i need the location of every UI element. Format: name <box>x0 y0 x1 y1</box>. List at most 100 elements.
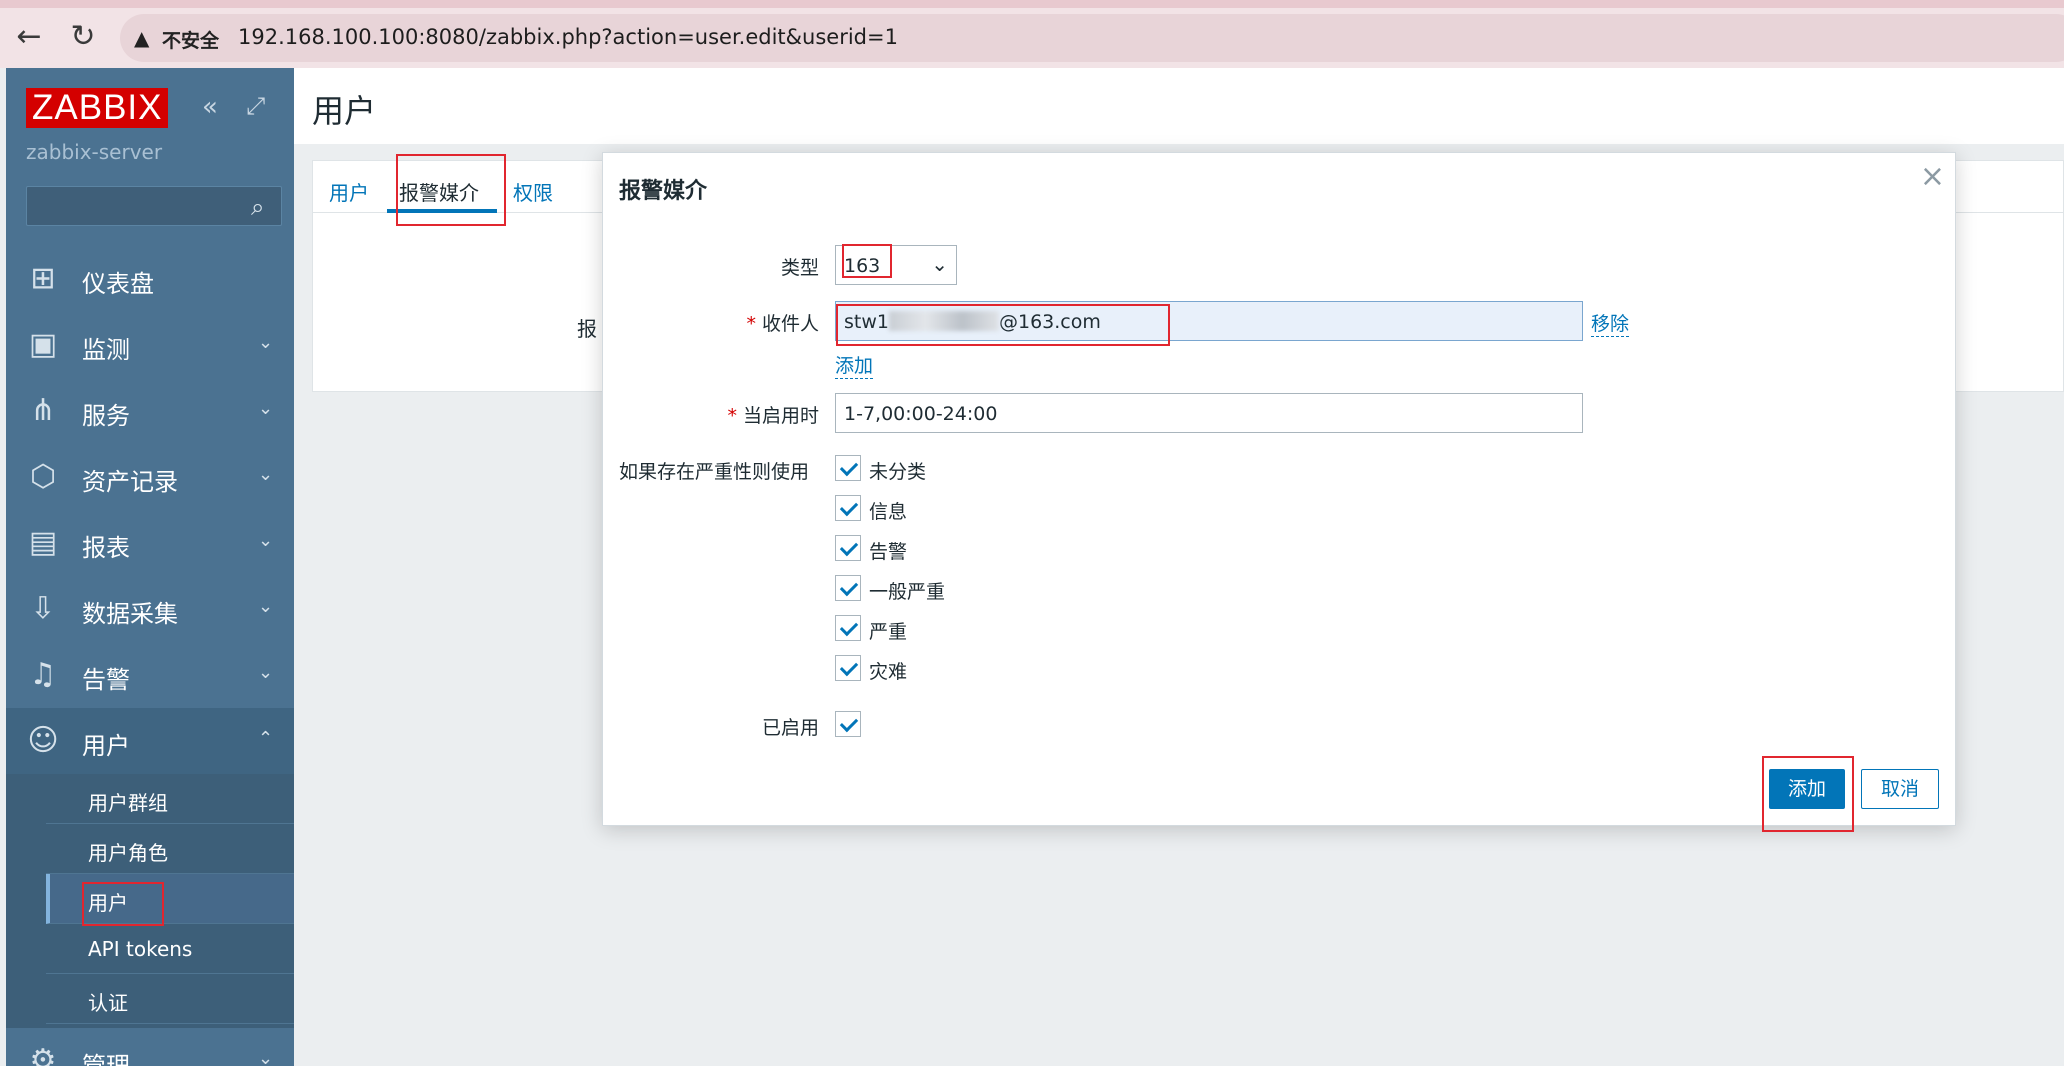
sidebar-item-users[interactable]: ☺ 用户 ⌃ <box>6 708 294 774</box>
tab-user[interactable]: 用户 <box>329 177 369 206</box>
users-icon: ☺ <box>27 723 59 758</box>
when-active-value: 1-7,00:00-24:00 <box>844 403 998 425</box>
sidebar-item-label: 管理 <box>82 1052 130 1066</box>
tab-media[interactable]: 报警媒介 <box>399 177 479 206</box>
type-select[interactable]: 163 ⌄ <box>835 245 957 285</box>
back-arrow-icon[interactable]: ← <box>14 22 44 52</box>
server-name: zabbix-server <box>26 140 163 164</box>
recipient-label: * 收件人 <box>746 313 819 335</box>
chevron-down-icon: ⌄ <box>258 464 274 485</box>
sidebar-item-label: 用户 <box>82 732 130 760</box>
media-field-label: 报 <box>577 317 597 341</box>
remove-recipient-link[interactable]: 移除 <box>1591 309 1630 337</box>
search-icon[interactable]: ⌕ <box>251 193 264 221</box>
services-icon: ⋔ <box>30 393 56 428</box>
chevron-down-icon: ⌄ <box>931 252 948 276</box>
submenu-label: 用户角色 <box>88 841 168 865</box>
sidebar-item-dashboard[interactable]: ⊞ 仪表盘 <box>6 246 294 312</box>
chevron-down-icon: ⌄ <box>258 662 274 683</box>
sidebar-item-data-collection[interactable]: ⇩ 数据采集 ⌄ <box>6 576 294 642</box>
sidebar-item-reports[interactable]: ▤ 报表 ⌄ <box>6 510 294 576</box>
checkbox-checked-icon[interactable] <box>835 495 861 521</box>
sidebar-item-services[interactable]: ⋔ 服务 ⌄ <box>6 378 294 444</box>
when-active-input[interactable]: 1-7,00:00-24:00 <box>835 393 1583 433</box>
kiosk-mode-icon[interactable]: ⤢ <box>246 92 265 120</box>
type-label: 类型 <box>780 257 819 279</box>
sidebar: ZABBIX « ⤢ zabbix-server ⌕ ⊞ 仪表盘 ▣ 监测 ⌄ … <box>6 68 294 1066</box>
submenu-label: 认证 <box>88 991 128 1015</box>
chevron-down-icon: ⌄ <box>258 332 274 353</box>
insecure-label: 不安全 <box>162 30 220 52</box>
dashboard-icon: ⊞ <box>30 261 56 296</box>
checkbox-checked-icon[interactable] <box>835 575 861 601</box>
submenu-label: API tokens <box>88 937 193 961</box>
dialog-title: 报警媒介 <box>619 179 708 204</box>
checkbox-label: 一般严重 <box>869 581 946 603</box>
recipient-input[interactable]: stw1 @163.com <box>835 301 1583 341</box>
browser-toolbar: ← ↻ ▲ 不安全 192.168.100.100:8080/zabbix.ph… <box>0 0 2064 68</box>
checkbox-checked-icon[interactable] <box>835 655 861 681</box>
chevron-down-icon: ⌄ <box>258 398 274 419</box>
submenu-item-authentication[interactable]: 认证 <box>46 974 294 1024</box>
data-collection-icon: ⇩ <box>30 591 56 626</box>
submenu-item-user-groups[interactable]: 用户群组 <box>46 774 294 824</box>
page-title: 用户 <box>312 92 377 130</box>
sidebar-item-label: 监测 <box>82 336 130 364</box>
cancel-button[interactable]: 取消 <box>1861 769 1939 809</box>
active-tab-indicator <box>387 209 497 213</box>
monitoring-icon: ▣ <box>28 327 58 362</box>
warning-triangle-icon: ▲ <box>134 26 150 50</box>
add-button[interactable]: 添加 <box>1769 769 1845 809</box>
checkbox-checked-icon[interactable] <box>835 711 861 737</box>
chevron-up-icon: ⌃ <box>258 728 274 749</box>
gear-icon: ⚙ <box>29 1043 57 1066</box>
checkbox-label: 未分类 <box>869 461 927 483</box>
checkbox-checked-icon[interactable] <box>835 615 861 641</box>
zabbix-logo[interactable]: ZABBIX <box>26 88 169 128</box>
tab-permissions[interactable]: 权限 <box>513 177 553 206</box>
checkbox-label: 严重 <box>869 621 908 643</box>
chevron-down-icon: ⌄ <box>258 530 274 551</box>
sidebar-item-label: 资产记录 <box>82 468 178 496</box>
bell-icon: ♫ <box>29 657 57 692</box>
url-text[interactable]: 192.168.100.100:8080/zabbix.php?action=u… <box>238 25 898 49</box>
redacted-text <box>888 311 999 331</box>
reports-icon: ▤ <box>28 525 58 560</box>
checkbox-label: 灾难 <box>869 661 908 683</box>
sidebar-item-alerts[interactable]: ♫ 告警 ⌄ <box>6 642 294 708</box>
severity-label: 如果存在严重性则使用 <box>619 461 810 483</box>
close-icon[interactable]: × <box>1920 159 1945 194</box>
media-dialog: 报警媒介 × 类型 163 ⌄ * 收件人 stw1 @163.com 移除 添加 … <box>602 152 1956 826</box>
sidebar-item-label: 告警 <box>82 666 130 694</box>
page-header: 用户 <box>294 68 2064 144</box>
submenu-item-api-tokens[interactable]: API tokens <box>46 924 294 974</box>
sidebar-item-inventory[interactable]: ⬡ 资产记录 ⌄ <box>6 444 294 510</box>
checkbox-label: 告警 <box>869 541 908 563</box>
chevron-down-icon: ⌄ <box>258 1048 274 1066</box>
type-select-value: 163 <box>844 255 881 277</box>
checkbox-checked-icon[interactable] <box>835 455 861 481</box>
checkbox-checked-icon[interactable] <box>835 535 861 561</box>
submenu-item-users[interactable]: 用户 <box>46 874 294 924</box>
reload-icon[interactable]: ↻ <box>68 22 98 52</box>
users-submenu: 用户群组 用户角色 用户 API tokens 认证 <box>6 774 294 1028</box>
recipient-prefix: stw1 <box>844 311 889 333</box>
collapse-sidebar-icon[interactable]: « <box>202 92 218 122</box>
recipient-suffix: @163.com <box>998 311 1101 333</box>
sidebar-item-label: 仪表盘 <box>82 270 154 298</box>
address-bar[interactable]: ▲ 不安全 192.168.100.100:8080/zabbix.php?ac… <box>120 14 2064 62</box>
sidebar-search-input[interactable]: ⌕ <box>26 186 282 226</box>
submenu-label: 用户群组 <box>88 791 168 815</box>
add-recipient-link[interactable]: 添加 <box>835 351 874 379</box>
chevron-down-icon: ⌄ <box>258 596 274 617</box>
when-active-label: * 当启用时 <box>727 405 819 427</box>
sidebar-item-label: 服务 <box>82 402 130 430</box>
enabled-label: 已启用 <box>761 717 819 739</box>
sidebar-item-monitoring[interactable]: ▣ 监测 ⌄ <box>6 312 294 378</box>
submenu-item-user-roles[interactable]: 用户角色 <box>46 824 294 874</box>
browser-tab-strip <box>0 0 2064 8</box>
sidebar-item-label: 报表 <box>82 534 130 562</box>
sidebar-item-administration[interactable]: ⚙ 管理 ⌄ <box>6 1028 294 1066</box>
submenu-label: 用户 <box>88 891 128 915</box>
sidebar-item-label: 数据采集 <box>82 600 178 628</box>
